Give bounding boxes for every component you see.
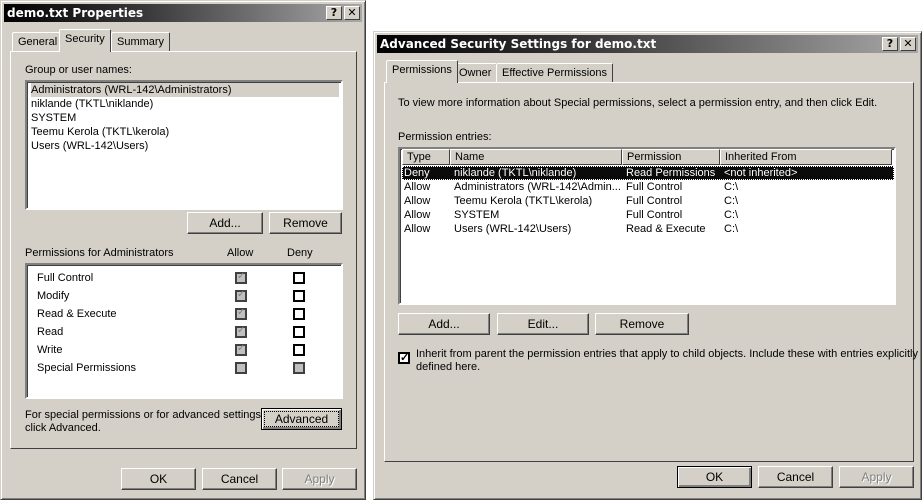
- deny-checkbox[interactable]: [293, 272, 305, 284]
- user-item[interactable]: niklande (TKTL\niklande): [31, 97, 339, 111]
- apply-button[interactable]: Apply: [282, 468, 357, 490]
- allow-checkbox[interactable]: [235, 289, 247, 302]
- allow-checkbox[interactable]: [235, 325, 247, 338]
- edit-button[interactable]: Edit...: [497, 313, 589, 335]
- entries-label: Permission entries:: [398, 131, 492, 143]
- properties-title-bar: demo.txt Properties ? ✕: [4, 4, 362, 22]
- user-list[interactable]: Administrators (WRL-142\Administrators) …: [25, 80, 343, 210]
- entry-name: Administrators (WRL-142\Admin...: [454, 181, 621, 193]
- tab-permissions[interactable]: Permissions: [386, 60, 458, 83]
- column-type[interactable]: Type: [402, 149, 450, 165]
- add-button[interactable]: Add...: [398, 313, 490, 335]
- allow-checkbox[interactable]: [235, 271, 247, 284]
- help-button[interactable]: ?: [882, 37, 898, 51]
- entry-type: Allow: [404, 195, 431, 207]
- allow-checkbox[interactable]: [235, 307, 247, 320]
- deny-checkbox[interactable]: [293, 326, 305, 338]
- deny-checkbox[interactable]: [293, 290, 305, 302]
- entry-type: Deny: [404, 167, 430, 179]
- permissions-label: Permissions for Administrators: [25, 247, 174, 259]
- allow-checkbox[interactable]: [235, 343, 247, 356]
- close-icon: ✕: [903, 37, 913, 50]
- add-button[interactable]: Add...: [187, 212, 263, 234]
- ok-button[interactable]: OK: [121, 468, 196, 490]
- advanced-title-bar: Advanced Security Settings for demo.txt …: [377, 35, 918, 53]
- entry-permission: Read & Execute: [626, 223, 706, 235]
- permissions-panel: To view more information about Special p…: [384, 82, 918, 462]
- entry-permission: Full Control: [626, 195, 683, 207]
- column-name[interactable]: Name: [450, 149, 622, 165]
- allow-checkbox[interactable]: [235, 362, 247, 374]
- advanced-hint: For special permissions or for advanced …: [25, 409, 265, 434]
- allow-header: Allow: [227, 247, 254, 259]
- close-icon: ✕: [347, 6, 357, 19]
- properties-title: demo.txt Properties: [7, 6, 144, 20]
- group-label: Group or user names:: [25, 64, 132, 76]
- entry-permission: Full Control: [626, 209, 683, 221]
- user-item[interactable]: Teemu Kerola (TKTL\kerola): [31, 125, 339, 139]
- deny-header: Deny: [287, 247, 313, 259]
- entry-name: niklande (TKTL\niklande): [454, 167, 577, 179]
- permissions-list: Full ControlModifyRead & ExecuteReadWrit…: [25, 263, 343, 399]
- column-permission[interactable]: Permission: [622, 149, 720, 165]
- inherit-checkbox[interactable]: ✓: [398, 352, 410, 364]
- tab-effective-permissions[interactable]: Effective Permissions: [496, 63, 613, 83]
- entry-name: Teemu Kerola (TKTL\kerola): [454, 195, 593, 207]
- permission-entry-row[interactable]: Allow Teemu Kerola (TKTL\kerola) Full Cont…: [402, 194, 894, 208]
- tab-general[interactable]: General: [12, 32, 64, 52]
- entry-inherited: C:\: [724, 195, 739, 207]
- apply-button[interactable]: Apply: [839, 466, 914, 488]
- remove-button[interactable]: Remove: [269, 212, 342, 234]
- entry-name: SYSTEM: [454, 209, 500, 221]
- cancel-button[interactable]: Cancel: [758, 466, 833, 488]
- entry-inherited: <not inherited>: [724, 167, 798, 179]
- cancel-button[interactable]: Cancel: [202, 468, 277, 490]
- permission-entries-table[interactable]: Type Name Permission Inherited From Deny…: [398, 147, 896, 305]
- entry-type: Allow: [404, 181, 431, 193]
- deny-checkbox[interactable]: [293, 344, 305, 356]
- entry-permission: Read Permissions: [626, 167, 716, 179]
- deny-checkbox[interactable]: [293, 362, 305, 374]
- tab-summary[interactable]: Summary: [111, 32, 171, 52]
- user-item[interactable]: Users (WRL-142\Users): [31, 139, 339, 153]
- tab-security[interactable]: Security: [59, 29, 111, 52]
- tab-owner[interactable]: Owner: [453, 63, 498, 83]
- entry-name: Users (WRL-142\Users): [454, 223, 572, 235]
- advanced-button[interactable]: Advanced: [261, 408, 342, 430]
- permission-entry-row[interactable]: Deny niklande (TKTL\niklande) Read Permiss…: [402, 166, 894, 180]
- permission-entry-row[interactable]: Allow Administrators (WRL-142\Admin... Ful…: [402, 180, 894, 194]
- user-item[interactable]: Administrators (WRL-142\Administrators): [31, 83, 339, 97]
- security-panel: Group or user names: Administrators (WRL…: [10, 51, 357, 449]
- help-button[interactable]: ?: [326, 6, 342, 20]
- permission-entry-row[interactable]: Allow SYSTEM Full Control C:\: [402, 208, 894, 222]
- entry-inherited: C:\: [724, 181, 739, 193]
- user-item[interactable]: SYSTEM: [31, 111, 339, 125]
- entry-inherited: C:\: [724, 209, 739, 221]
- ok-button[interactable]: OK: [677, 466, 752, 488]
- inherit-label[interactable]: Inherit from parent the permission entri…: [416, 348, 918, 374]
- properties-dialog: demo.txt Properties ? ✕ General Security…: [0, 0, 366, 500]
- close-button[interactable]: ✕: [344, 6, 360, 20]
- close-button[interactable]: ✕: [900, 37, 916, 51]
- info-text: To view more information about Special p…: [398, 97, 878, 109]
- permission-entry-row[interactable]: Allow Users (WRL-142\Users) Read & Execute…: [402, 222, 894, 236]
- entry-permission: Full Control: [626, 181, 683, 193]
- entry-type: Allow: [404, 223, 431, 235]
- advanced-title: Advanced Security Settings for demo.txt: [380, 37, 657, 51]
- column-inherited-from[interactable]: Inherited From: [720, 149, 892, 165]
- advanced-security-dialog: Advanced Security Settings for demo.txt …: [373, 31, 922, 500]
- remove-button[interactable]: Remove: [595, 313, 689, 335]
- entry-type: Allow: [404, 209, 431, 221]
- deny-checkbox[interactable]: [293, 308, 305, 320]
- entry-inherited: C:\: [724, 223, 739, 235]
